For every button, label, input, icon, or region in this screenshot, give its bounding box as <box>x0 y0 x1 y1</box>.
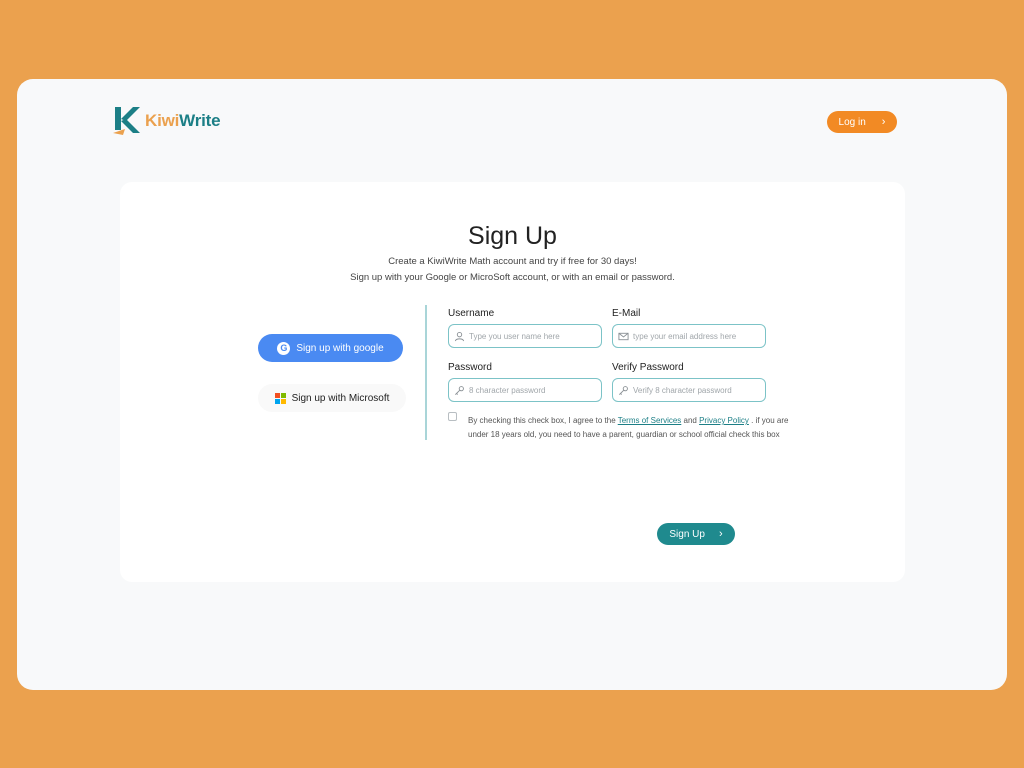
chevron-right-icon: › <box>881 115 886 128</box>
brand-name-kiwi: Kiwi <box>145 111 180 130</box>
password-label: Password <box>448 362 492 373</box>
page-subtitle-line-1: Create a KiwiWrite Math account and try … <box>388 256 637 267</box>
logo-k-icon <box>113 107 140 135</box>
email-input[interactable] <box>633 331 761 341</box>
microsoft-signup-label: Sign up with Microsoft <box>291 392 390 404</box>
microsoft-icon <box>274 392 286 404</box>
verify-password-input[interactable] <box>633 385 761 395</box>
google-signup-button[interactable]: G Sign up with google <box>258 334 403 362</box>
signup-submit-label: Sign Up <box>669 528 705 540</box>
chevron-right-icon: › <box>718 527 723 540</box>
terms-text-and: and <box>681 416 700 425</box>
app-window: KiwiWrite Log in › Sign Up Create a Kiwi… <box>17 79 1007 690</box>
key-icon <box>619 385 628 395</box>
brand-name-write: Write <box>179 111 221 130</box>
username-label: Username <box>448 308 495 319</box>
key-icon <box>455 385 464 395</box>
google-signup-label: Sign up with google <box>296 342 384 354</box>
user-icon <box>454 331 465 341</box>
password-field[interactable] <box>448 378 602 402</box>
signup-submit-button[interactable]: Sign Up › <box>657 523 735 545</box>
login-button[interactable]: Log in › <box>827 111 897 133</box>
login-button-label: Log in <box>838 116 866 128</box>
page-subtitle-line-2: Sign up with your Google or MicroSoft ac… <box>350 272 675 283</box>
terms-text-before: By checking this check box, I agree to t… <box>468 416 618 425</box>
email-label: E-Mail <box>612 308 641 319</box>
verify-password-field[interactable] <box>612 378 766 402</box>
terms-of-service-link[interactable]: Terms of Services <box>618 416 682 425</box>
username-input[interactable] <box>469 331 597 341</box>
google-icon: G <box>277 341 291 355</box>
mail-icon <box>618 332 629 340</box>
username-field[interactable] <box>448 324 602 348</box>
verify-password-label: Verify Password <box>612 362 684 373</box>
kiwiwrite-logo[interactable]: KiwiWrite <box>113 107 221 135</box>
vertical-divider <box>425 305 427 440</box>
signup-card: Sign Up Create a KiwiWrite Math account … <box>120 182 905 582</box>
brand-name: KiwiWrite <box>145 111 221 131</box>
privacy-policy-link[interactable]: Privacy Policy <box>699 416 749 425</box>
email-field[interactable] <box>612 324 766 348</box>
microsoft-signup-button[interactable]: Sign up with Microsoft <box>258 384 406 412</box>
page-title: Sign Up <box>468 222 557 250</box>
password-input[interactable] <box>469 385 597 395</box>
terms-checkbox[interactable] <box>448 412 457 421</box>
terms-text: By checking this check box, I agree to t… <box>468 414 790 442</box>
